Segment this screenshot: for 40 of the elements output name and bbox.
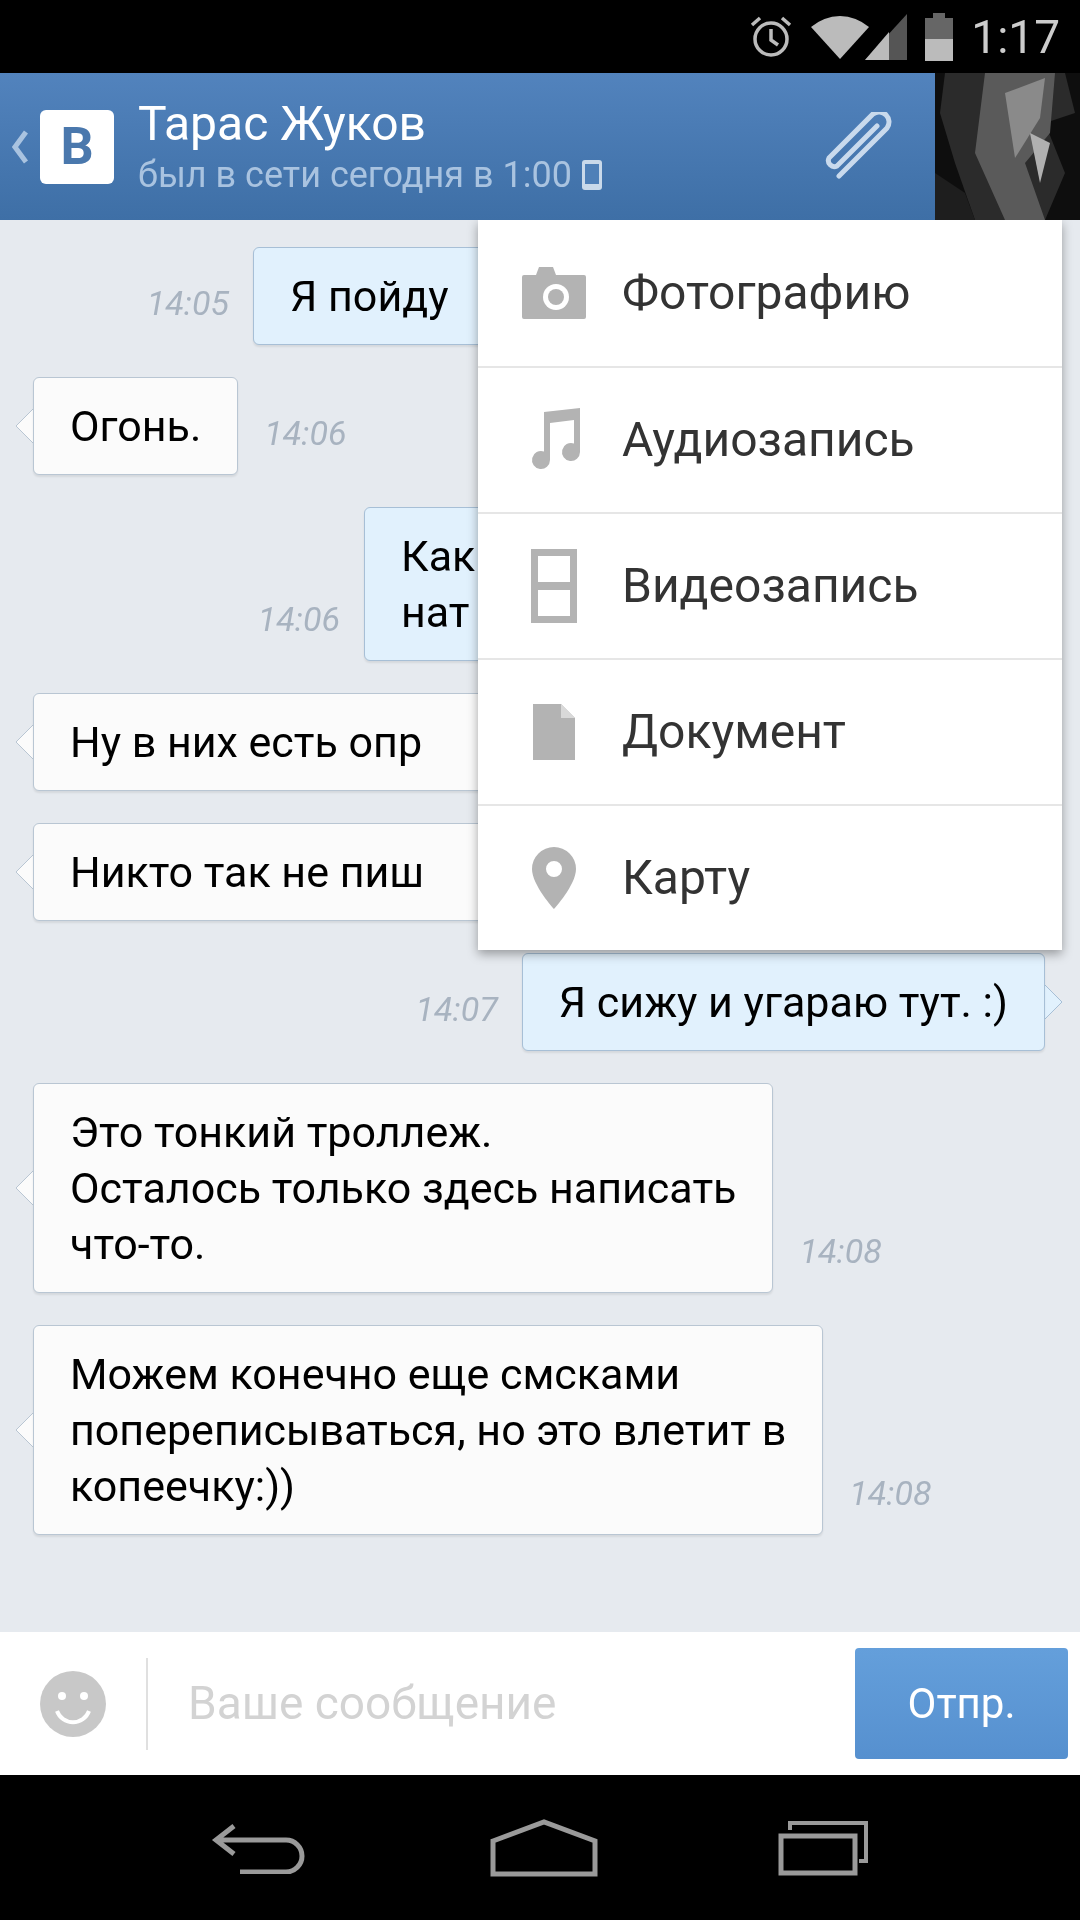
chevron-left-icon xyxy=(12,129,28,164)
contact-name: Тарас Жуков xyxy=(138,95,428,152)
recent-apps-icon[interactable] xyxy=(778,1819,871,1876)
message-text: Никто так не пиш xyxy=(70,846,425,899)
message-text: нат xyxy=(401,586,470,639)
vk-logo: В xyxy=(40,109,114,184)
message-text: Как xyxy=(401,530,476,583)
message-text: что-то. xyxy=(70,1218,206,1271)
message-text: попереписываться, но это влетит в xyxy=(70,1404,787,1457)
message-time: 14:05 xyxy=(146,283,229,325)
message-text: Это тонкий троллеж. xyxy=(70,1106,493,1159)
signal-icon xyxy=(865,13,908,60)
status-time: 1:17 xyxy=(971,13,1060,60)
smiley-icon xyxy=(38,1668,108,1739)
battery-icon xyxy=(925,12,954,61)
message-time: 14:06 xyxy=(257,599,340,641)
message-text: Осталось только здесь написать xyxy=(70,1162,737,1215)
message-text: Я пойду xyxy=(290,270,449,323)
message-time: 14:08 xyxy=(799,1231,882,1273)
last-seen-text: был в сети сегодня в 1:00 xyxy=(138,152,572,198)
menu-item[interactable]: Фотографию xyxy=(478,220,1062,366)
map-pin-icon xyxy=(532,847,576,909)
menu-item[interactable]: Аудиозапись xyxy=(478,366,1062,512)
phone-icon xyxy=(581,159,602,190)
message-time: 14:07 xyxy=(415,989,498,1031)
alarm-icon xyxy=(749,14,794,59)
message-text: Я сижу и угараю тут. :) xyxy=(558,976,1008,1029)
document-icon xyxy=(533,704,575,760)
message-time: 14:06 xyxy=(264,413,347,455)
menu-item[interactable]: Документ xyxy=(478,658,1062,804)
back-button[interactable]: В xyxy=(0,73,114,220)
message-text: Огонь. xyxy=(70,400,202,453)
message-text: Можем конечно еще смсками xyxy=(70,1348,681,1401)
menu-item[interactable]: Видеозапись xyxy=(478,512,1062,658)
menu-item[interactable]: Карту xyxy=(478,804,1062,950)
film-icon xyxy=(531,549,577,623)
message-time: 14:08 xyxy=(849,1473,932,1515)
message-text: Ну в них есть опр xyxy=(70,716,423,769)
home-icon[interactable] xyxy=(489,1818,599,1877)
message-text: копеечку:)) xyxy=(70,1460,296,1513)
